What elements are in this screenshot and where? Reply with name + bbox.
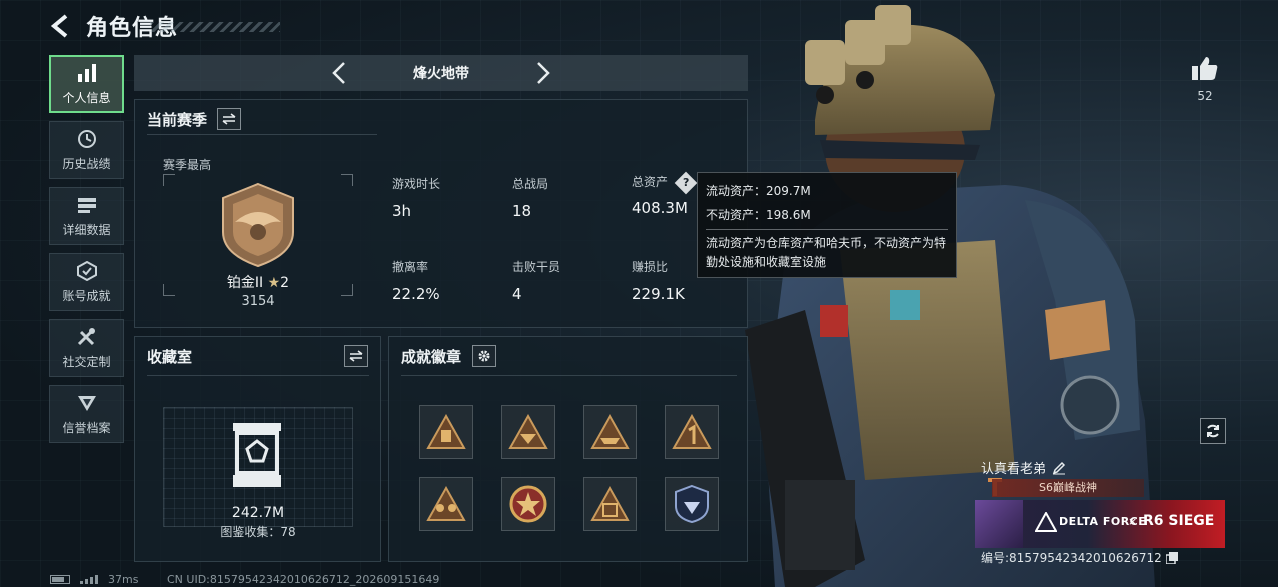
achievement-badge[interactable] <box>419 477 473 531</box>
mode-selector: 烽火地带 <box>134 55 748 91</box>
banner-r6-siege: R6 SIEGE <box>1143 513 1215 529</box>
rank-stars: 2 <box>280 275 290 291</box>
display-case-icon <box>233 423 281 487</box>
nav-item-label: 历史战绩 <box>62 156 111 171</box>
player-id: 编号:8157954234201062671​2 <box>981 549 1178 566</box>
bar-chart-icon <box>77 63 96 82</box>
nav-item-personal-info[interactable]: 个人信息 <box>49 55 124 113</box>
back-arrow-icon[interactable] <box>48 13 74 39</box>
collection-value: 242.7M <box>231 505 285 521</box>
achievements-panel: 成就徽章 <box>388 336 748 562</box>
rank-badge-icon <box>222 182 294 268</box>
stat-profit-loss: 赚损比 229.1K <box>632 260 685 303</box>
star-icon: ★ <box>267 275 281 291</box>
tooltip-liquid: 流动资产：209.7M <box>706 184 811 198</box>
credit-icon <box>77 395 96 411</box>
copy-icon[interactable] <box>1165 551 1178 564</box>
delta-force-logo-icon <box>1035 512 1057 532</box>
achievement-badge[interactable] <box>501 405 555 459</box>
swap-icon <box>222 113 236 125</box>
status-footer: 37ms <box>50 573 138 586</box>
ammo-badge-icon <box>426 414 466 449</box>
achievement-icon <box>76 260 97 281</box>
mode-label: 烽火地带 <box>413 66 469 82</box>
s6-badge-icon <box>508 414 548 449</box>
chevron-right-icon[interactable] <box>530 61 554 85</box>
tools-icon <box>77 327 95 345</box>
nav-item-label: 详细数据 <box>62 222 111 237</box>
rank-score: 3154 <box>241 294 275 309</box>
shield-badge-icon <box>675 484 709 524</box>
like-button[interactable]: 52 <box>1188 55 1222 103</box>
collection-panel[interactable]: 收藏室 242.7M 图鉴收集：78 <box>134 336 381 562</box>
player-name: 认真看老弟 <box>981 458 1066 477</box>
season-switch-button[interactable] <box>217 108 241 130</box>
stat-play-time: 游戏时长 3h <box>392 177 441 220</box>
data-icon <box>77 197 96 213</box>
nav-item-label: 账号成就 <box>62 288 111 303</box>
season-best-label: 赛季最高 <box>163 158 212 172</box>
chevron-left-icon[interactable] <box>328 61 352 85</box>
stat-operators-defeated: 击败干员 4 <box>512 260 561 303</box>
nav-item-detail-data[interactable]: 详细数据 <box>49 187 124 245</box>
uid-text: CN UID:81579542342010626712_202609151649 <box>167 573 440 586</box>
refresh-button[interactable] <box>1200 418 1226 444</box>
assets-tooltip: 流动资产：209.7M 不动资产：198.6M 流动资产为仓库资产和哈夫币，不动… <box>697 172 957 278</box>
help-icon[interactable]: ? <box>674 171 698 194</box>
edit-icon[interactable] <box>1052 461 1066 475</box>
collection-switch-button[interactable] <box>344 345 368 367</box>
achievement-badge[interactable] <box>419 405 473 459</box>
season-title: 当前赛季 <box>147 111 208 129</box>
tooltip-fixed: 不动资产：198.6M <box>706 208 811 222</box>
banner-cross: × <box>1128 515 1138 528</box>
signal-icon <box>80 575 98 584</box>
number-one-badge-icon <box>672 414 712 449</box>
achievement-badge[interactable] <box>665 477 719 531</box>
nav-item-achievements[interactable]: 账号成就 <box>49 253 124 311</box>
collection-count: 图鉴收集：78 <box>220 525 296 539</box>
side-nav: 个人信息 历史战绩 详细数据 账号成就 社交定制 信誉档案 <box>49 55 124 451</box>
nav-item-social[interactable]: 社交定制 <box>49 319 124 377</box>
like-count: 52 <box>1197 89 1213 103</box>
achievements-title: 成就徽章 <box>401 348 462 366</box>
stat-total-assets: 总资产 ? 408.3M <box>632 171 698 217</box>
stat-extract-rate: 撤离率 22.2% <box>392 260 440 303</box>
player-banner: DELTA FORCE × R6 SIEGE <box>975 500 1225 548</box>
nav-item-credit[interactable]: 信誉档案 <box>49 385 124 443</box>
achievements-settings-button[interactable] <box>472 345 496 367</box>
tooltip-description: 流动资产为仓库资产和哈夫币，不动资产为特勤处设施和收藏室设施 <box>706 236 947 269</box>
refresh-icon <box>1207 424 1219 438</box>
crate-badge-icon <box>590 486 630 521</box>
nav-item-label: 个人信息 <box>62 90 111 105</box>
nav-item-history[interactable]: 历史战绩 <box>49 121 124 179</box>
soldier-illustration <box>745 5 1155 587</box>
avatar <box>975 500 1023 548</box>
battery-icon <box>50 575 70 584</box>
nav-item-label: 信誉档案 <box>62 420 111 435</box>
star-medal-badge-icon <box>509 485 547 523</box>
rank-name: 铂金II ★2 <box>191 272 325 292</box>
player-title-badge: S6巅峰战神 <box>992 479 1144 497</box>
squad-badge-icon <box>426 486 466 521</box>
swap-icon <box>349 350 363 362</box>
title-decoration <box>150 22 280 32</box>
achievement-badge[interactable] <box>665 405 719 459</box>
season-panel: 当前赛季 赛季最高 铂金II ★2 3154 游戏时长 3h 总战局 18 总资… <box>134 99 748 328</box>
gear-icon <box>478 350 490 362</box>
history-icon <box>77 129 96 148</box>
achievement-badge[interactable] <box>583 477 637 531</box>
achievement-badge[interactable] <box>501 477 555 531</box>
achievement-badge[interactable] <box>583 405 637 459</box>
nav-item-label: 社交定制 <box>62 354 111 369</box>
thumbs-up-icon <box>1192 57 1218 80</box>
collection-title: 收藏室 <box>147 348 193 366</box>
boat-badge-icon <box>590 414 630 449</box>
rank-name-text: 铂金II <box>226 275 264 291</box>
ping-text: 37ms <box>108 573 139 586</box>
stat-total-matches: 总战局 18 <box>512 177 549 220</box>
achievement-grid <box>419 405 719 531</box>
